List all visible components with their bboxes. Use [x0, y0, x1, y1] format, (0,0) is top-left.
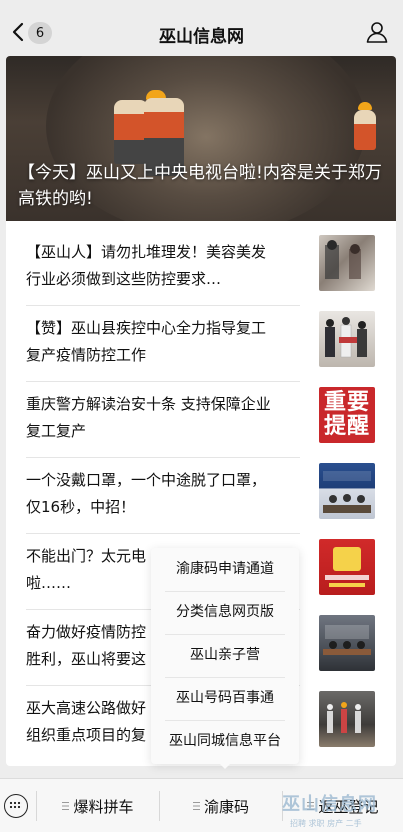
- hero-title: 【今天】巫山又上中央电视台啦!内容是关于郑万高铁的哟!: [18, 163, 382, 209]
- list-item[interactable]: 【赞】巫山县疾控中心全力指导复工 复产疫情防控工作: [6, 302, 396, 382]
- list-item[interactable]: 重庆警方解读治安十条 支持保障企业 复工复产 重要提醒: [6, 378, 396, 458]
- menu-item-yukangma-apply[interactable]: 渝康码申请通道: [151, 548, 299, 591]
- worker-figure: [114, 100, 148, 164]
- submenu-popup: 渝康码申请通道 分类信息网页版 巫山亲子营 巫山号码百事通 巫山同城信息平台: [151, 548, 299, 764]
- important-notice-thumbnail: 重要提醒: [319, 387, 375, 443]
- popup-pointer: [219, 763, 231, 769]
- menu-list-icon: [192, 802, 200, 810]
- menu-item-phone-directory[interactable]: 巫山号码百事通: [151, 677, 299, 720]
- article-title: 【赞】巫山县疾控中心全力指导复工 复产疫情防控工作: [26, 319, 267, 364]
- list-item[interactable]: 【巫山人】请勿扎堆理发！美容美发 行业必须做到这些防控要求…: [6, 226, 396, 306]
- hero-article[interactable]: 【今天】巫山又上中央电视台啦!内容是关于郑万高铁的哟!: [6, 56, 396, 221]
- worker-figure: [354, 110, 376, 150]
- user-profile-icon[interactable]: [365, 20, 389, 44]
- keyboard-icon[interactable]: [4, 794, 28, 818]
- highway-worksite-thumbnail: [319, 691, 375, 747]
- thumb-caption: 重要提醒: [323, 390, 370, 439]
- menu-list-icon: [62, 802, 70, 810]
- bottom-menu-yukangma[interactable]: 渝康码: [160, 779, 282, 832]
- bottom-menu-bar: 爆料拼车 渝康码 返巫登记: [0, 778, 403, 832]
- bottom-menu-return-registration[interactable]: 返巫登记: [283, 779, 403, 832]
- bottom-menu-baoliao[interactable]: 爆料拼车: [37, 779, 159, 832]
- article-title: 【巫山人】请勿扎堆理发！美容美发 行业必须做到这些防控要求…: [26, 243, 267, 288]
- menu-list-icon: [307, 802, 315, 810]
- list-item[interactable]: 一个没戴口罩，一个中途脱了口罩， 仅16秒，中招！: [6, 454, 396, 534]
- menu-item-local-info-platform[interactable]: 巫山同城信息平台: [151, 720, 299, 763]
- meeting-thumbnail: [319, 615, 375, 671]
- article-title: 一个没戴口罩，一个中途脱了口罩， 仅16秒，中招！: [26, 471, 267, 516]
- hard-hat-icon: [358, 102, 372, 110]
- menu-item-parent-child-camp[interactable]: 巫山亲子营: [151, 634, 299, 677]
- top-nav-bar: 6 巫山信息网: [0, 0, 403, 56]
- haier-promo-thumbnail: [319, 539, 375, 595]
- cdc-thumbnail: [319, 311, 375, 367]
- article-title: 重庆警方解读治安十条 支持保障企业 复工复产: [26, 395, 271, 440]
- menu-item-classified-web[interactable]: 分类信息网页版: [151, 591, 299, 634]
- page-title: 巫山信息网: [159, 27, 244, 47]
- salon-thumbnail: [319, 235, 375, 291]
- press-conference-thumbnail: [319, 463, 375, 519]
